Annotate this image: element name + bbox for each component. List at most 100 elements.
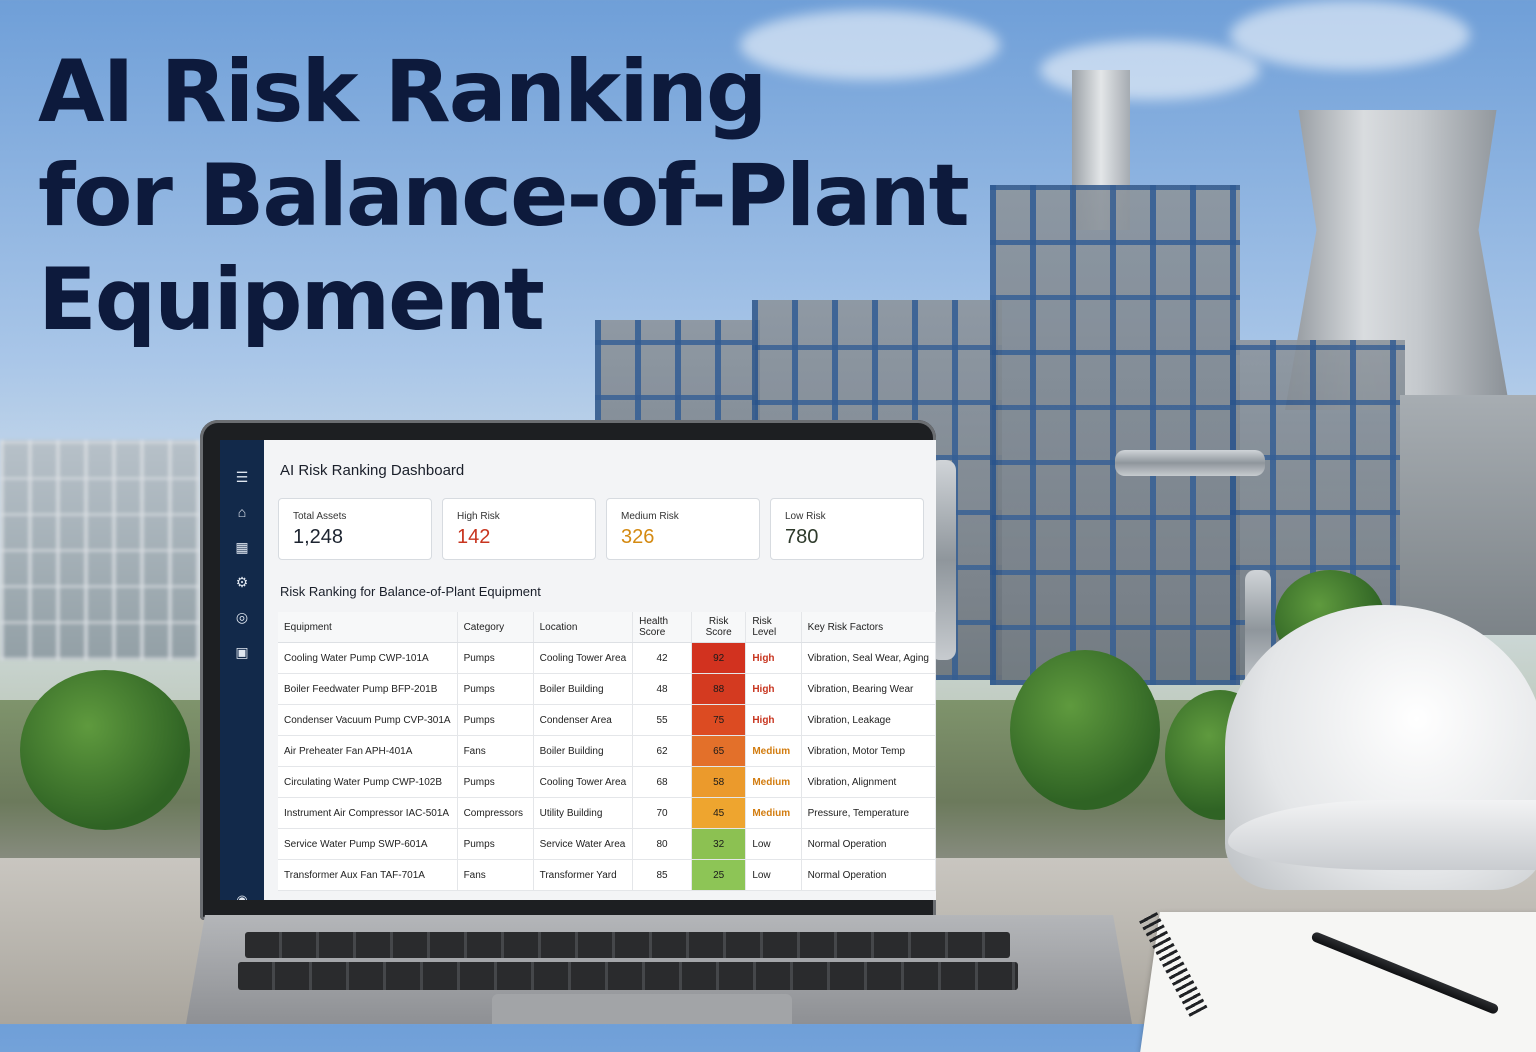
- cell-risk-score: 75: [691, 704, 747, 736]
- home-icon[interactable]: ⌂: [238, 495, 246, 530]
- stat-value: 142: [457, 526, 491, 548]
- tree: [1010, 650, 1160, 810]
- cell-location: Condenser Area: [533, 704, 634, 736]
- trackpad: [492, 994, 792, 1024]
- cell-risk-score: 58: [691, 766, 747, 798]
- menu-icon[interactable]: ☰: [236, 460, 249, 495]
- stat-value: 1,248: [293, 526, 344, 548]
- table-row[interactable]: Boiler Feedwater Pump BFP-201B Pumps Boile…: [278, 673, 936, 705]
- cell-equipment: Condenser Vacuum Pump CVP-301A: [278, 704, 458, 736]
- cell-location: Cooling Tower Area: [533, 766, 634, 798]
- table-row[interactable]: Service Water Pump SWP-601A Pumps Service …: [278, 828, 936, 860]
- user-icon[interactable]: ◉: [236, 892, 247, 900]
- stat-card-medium[interactable]: Medium Risk 326: [606, 498, 760, 560]
- cell-risk-level: Low: [745, 859, 802, 891]
- column-header-health-score[interactable]: Health Score: [632, 612, 692, 643]
- cell-health-score: 48: [632, 673, 692, 705]
- distant-plant: [0, 440, 200, 660]
- cell-risk-level: Medium: [745, 797, 802, 829]
- stat-card-low[interactable]: Low Risk 780: [770, 498, 924, 560]
- cell-location: Service Water Area: [533, 828, 634, 860]
- cell-equipment: Boiler Feedwater Pump BFP-201B: [278, 673, 458, 705]
- risk-table: Equipment Category Location Health Score…: [278, 612, 936, 891]
- column-header-key-risk-factors[interactable]: Key Risk Factors: [801, 612, 936, 643]
- cell-category: Pumps: [457, 766, 534, 798]
- table-row[interactable]: Instrument Air Compressor IAC-501A Compre…: [278, 797, 936, 829]
- plant-building: [1400, 395, 1536, 635]
- page-headline: AI Risk Ranking for Balance-of-Plant Equ…: [38, 40, 970, 352]
- cell-risk-level: Medium: [745, 735, 802, 767]
- cell-health-score: 55: [632, 704, 692, 736]
- assets-icon[interactable]: ⚙: [236, 565, 249, 600]
- stat-card-high[interactable]: High Risk 142: [442, 498, 596, 560]
- column-header-category[interactable]: Category: [457, 612, 534, 643]
- cell-location: Boiler Building: [533, 735, 634, 767]
- cell-location: Utility Building: [533, 797, 634, 829]
- pipe: [1115, 450, 1265, 476]
- cell-equipment: Instrument Air Compressor IAC-501A: [278, 797, 458, 829]
- table-row[interactable]: Transformer Aux Fan TAF-701A Fans Transfor…: [278, 859, 936, 891]
- headline-line-3: Equipment: [38, 250, 545, 350]
- cell-key-risk-factors: Pressure, Temperature: [801, 797, 936, 829]
- cell-risk-level: Low: [745, 828, 802, 860]
- cell-equipment: Service Water Pump SWP-601A: [278, 828, 458, 860]
- stat-card-total[interactable]: Total Assets 1,248: [278, 498, 432, 560]
- cell-location: Transformer Yard: [533, 859, 634, 891]
- laptop-screen: ☰ ⌂ ▦ ⚙ ◎ ▣ ◉ AI Risk Ranking Dashboard …: [220, 440, 936, 900]
- cell-key-risk-factors: Vibration, Alignment: [801, 766, 936, 798]
- cell-location: Boiler Building: [533, 673, 634, 705]
- cell-risk-score: 92: [691, 642, 747, 674]
- table-header-row: Equipment Category Location Health Score…: [278, 612, 936, 643]
- column-header-risk-score[interactable]: Risk Score: [691, 612, 747, 643]
- cell-key-risk-factors: Vibration, Seal Wear, Aging: [801, 642, 936, 674]
- cell-category: Pumps: [457, 828, 534, 860]
- cell-risk-level: Medium: [745, 766, 802, 798]
- column-header-risk-level[interactable]: Risk Level: [745, 612, 802, 643]
- cell-equipment: Transformer Aux Fan TAF-701A: [278, 859, 458, 891]
- cell-category: Compressors: [457, 797, 534, 829]
- headline-line-1: AI Risk Ranking: [38, 42, 767, 142]
- cell-key-risk-factors: Normal Operation: [801, 828, 936, 860]
- cell-health-score: 85: [632, 859, 692, 891]
- plant-structure: [990, 185, 1240, 685]
- stat-cards: Total Assets 1,248 High Risk 142 Medium …: [278, 498, 924, 560]
- cell-equipment: Circulating Water Pump CWP-102B: [278, 766, 458, 798]
- cell-risk-score: 45: [691, 797, 747, 829]
- cell-risk-score: 65: [691, 735, 747, 767]
- table-row[interactable]: Condenser Vacuum Pump CVP-301A Pumps Conde…: [278, 704, 936, 736]
- cell-category: Fans: [457, 735, 534, 767]
- cell-health-score: 70: [632, 797, 692, 829]
- settings-icon[interactable]: ▣: [235, 635, 248, 670]
- stat-value: 326: [621, 526, 655, 548]
- cloud: [1230, 0, 1470, 70]
- cell-risk-score: 25: [691, 859, 747, 891]
- notebook: [1140, 912, 1536, 1052]
- cell-health-score: 80: [632, 828, 692, 860]
- table-title: Risk Ranking for Balance-of-Plant Equipm…: [280, 584, 541, 599]
- tree: [20, 670, 190, 830]
- table-row[interactable]: Cooling Water Pump CWP-101A Pumps Cooling …: [278, 642, 936, 674]
- reports-icon[interactable]: ◎: [236, 600, 248, 635]
- keyboard: [245, 932, 1010, 958]
- cell-health-score: 62: [632, 735, 692, 767]
- cell-category: Pumps: [457, 673, 534, 705]
- stat-label: Medium Risk: [621, 511, 679, 522]
- cell-key-risk-factors: Vibration, Bearing Wear: [801, 673, 936, 705]
- cell-category: Pumps: [457, 704, 534, 736]
- cell-category: Pumps: [457, 642, 534, 674]
- cell-risk-level: High: [745, 704, 802, 736]
- stat-label: Total Assets: [293, 511, 347, 522]
- column-header-equipment[interactable]: Equipment: [278, 612, 458, 643]
- table-row[interactable]: Air Preheater Fan APH-401A Fans Boiler Bui…: [278, 735, 936, 767]
- column-header-location[interactable]: Location: [533, 612, 634, 643]
- dashboard-icon[interactable]: ▦: [235, 530, 248, 565]
- table-row[interactable]: Circulating Water Pump CWP-102B Pumps Cool…: [278, 766, 936, 798]
- cell-category: Fans: [457, 859, 534, 891]
- cell-key-risk-factors: Vibration, Motor Temp: [801, 735, 936, 767]
- cell-health-score: 68: [632, 766, 692, 798]
- stat-label: Low Risk: [785, 511, 826, 522]
- keyboard: [238, 962, 1018, 990]
- cell-equipment: Air Preheater Fan APH-401A: [278, 735, 458, 767]
- cell-risk-level: High: [745, 673, 802, 705]
- cell-health-score: 42: [632, 642, 692, 674]
